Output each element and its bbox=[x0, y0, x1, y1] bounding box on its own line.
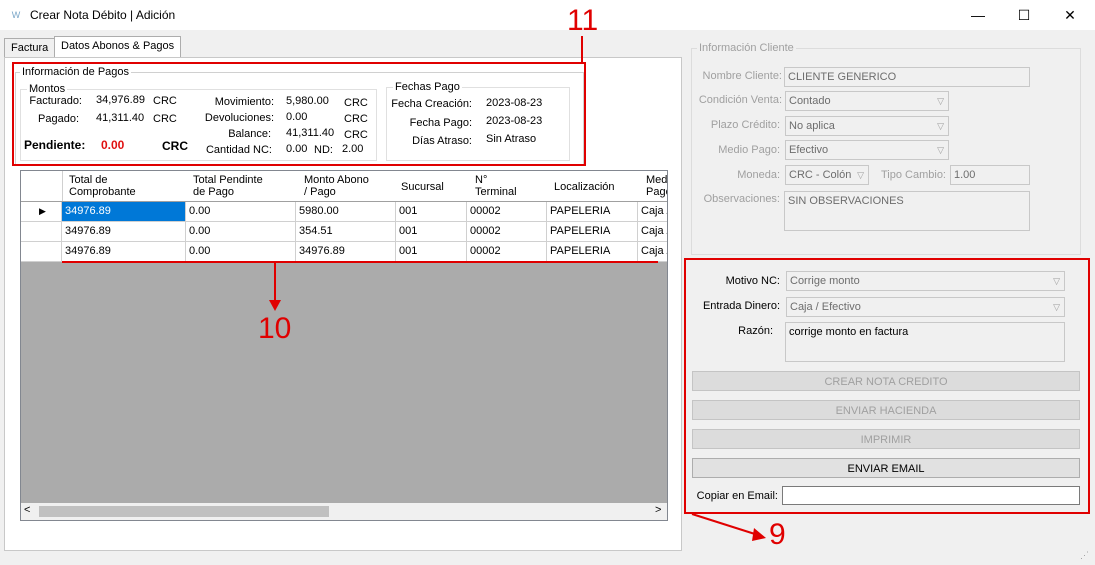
horizontal-scrollbar[interactable]: < > bbox=[21, 503, 667, 520]
cell-total-pendiente[interactable]: 0.00 bbox=[186, 242, 296, 261]
window-title: Crear Nota Débito | Adición bbox=[30, 8, 176, 22]
plazo-credito-select[interactable]: No aplica ▽ bbox=[785, 116, 949, 136]
row-header bbox=[21, 222, 62, 241]
close-button[interactable]: ✕ bbox=[1047, 0, 1093, 30]
cell-medio-pago[interactable]: Caja / bbox=[638, 222, 667, 241]
cell-total-comprobante[interactable]: 34976.89 bbox=[62, 222, 186, 241]
cell-total-comprobante[interactable]: 34976.89 bbox=[62, 242, 186, 261]
plazo-credito-label: Plazo Crédito: bbox=[710, 119, 780, 131]
moneda-select[interactable]: CRC - Colón ▽ bbox=[785, 165, 869, 185]
cell-monto-abono[interactable]: 354.51 bbox=[296, 222, 396, 241]
size-grip-icon[interactable]: ⋰ bbox=[1080, 550, 1089, 561]
col-header-monto-abono[interactable]: Monto Abono / Pago bbox=[296, 174, 400, 200]
table-row[interactable]: 34976.89 0.00 354.51 001 00002 PAPELERIA… bbox=[21, 222, 667, 242]
chevron-down-icon: ▽ bbox=[937, 121, 944, 131]
tipo-cambio-label: Tipo Cambio: bbox=[880, 169, 946, 181]
cell-terminal[interactable]: 00002 bbox=[467, 222, 547, 241]
info-cliente-title: Información Cliente bbox=[697, 42, 796, 54]
annotation-arrow-9 bbox=[691, 513, 766, 541]
row-header bbox=[21, 242, 62, 261]
payments-grid[interactable]: Total de Comprobante Total Pendinte de Pag… bbox=[20, 170, 668, 521]
annotation-box-9 bbox=[684, 258, 1090, 514]
cell-monto-abono[interactable]: 5980.00 bbox=[296, 202, 396, 221]
title-bar: W Crear Nota Débito | Adición — ☐ ✕ bbox=[0, 0, 1095, 30]
chevron-down-icon: ▽ bbox=[857, 170, 864, 180]
cell-localizacion[interactable]: PAPELERIA bbox=[547, 202, 638, 221]
app-icon: W bbox=[11, 10, 21, 20]
tab-factura[interactable]: Factura bbox=[4, 38, 56, 57]
cell-total-comprobante[interactable]: 34976.89 bbox=[62, 202, 186, 221]
col-header-terminal[interactable]: N° Terminal bbox=[473, 174, 545, 200]
table-row[interactable]: 34976.89 0.00 34976.89 001 00002 PAPELER… bbox=[21, 242, 667, 262]
col-header-medio-pago[interactable]: MediPago bbox=[646, 174, 667, 200]
annotation-10: 10 bbox=[258, 312, 292, 345]
annotation-line-10 bbox=[62, 261, 658, 263]
cell-sucursal[interactable]: 001 bbox=[396, 222, 467, 241]
cell-sucursal[interactable]: 001 bbox=[396, 202, 467, 221]
row-header-corner bbox=[21, 171, 63, 201]
cell-terminal[interactable]: 00002 bbox=[467, 202, 547, 221]
col-header-sucursal[interactable]: Sucursal bbox=[399, 181, 467, 195]
nombre-cliente-label: Nombre Cliente: bbox=[702, 70, 782, 82]
moneda-label: Moneda: bbox=[737, 169, 780, 181]
annotation-arrow-10 bbox=[269, 262, 281, 311]
condicion-venta-select[interactable]: Contado ▽ bbox=[785, 91, 949, 111]
row-pointer-icon: ▶ bbox=[21, 202, 62, 221]
cell-medio-pago[interactable]: Caja / bbox=[638, 242, 667, 261]
col-header-total-pendiente[interactable]: Total Pendinte de Pago bbox=[185, 174, 301, 200]
col-header-localizacion[interactable]: Localización bbox=[554, 181, 639, 195]
table-row[interactable]: ▶ 34976.89 0.00 5980.00 001 00002 PAPELE… bbox=[21, 202, 667, 222]
scroll-thumb[interactable] bbox=[39, 506, 329, 517]
medio-pago-select[interactable]: Efectivo ▽ bbox=[785, 140, 949, 160]
cell-localizacion[interactable]: PAPELERIA bbox=[547, 222, 638, 241]
cell-localizacion[interactable]: PAPELERIA bbox=[547, 242, 638, 261]
col-header-total-comprobante[interactable]: Total de Comprobante bbox=[63, 174, 189, 200]
cell-monto-abono[interactable]: 34976.89 bbox=[296, 242, 396, 261]
condicion-venta-label: Condición Venta: bbox=[698, 94, 782, 106]
tipo-cambio-field[interactable]: 1.00 bbox=[950, 165, 1030, 185]
scroll-right-icon[interactable]: > bbox=[655, 504, 661, 516]
chevron-down-icon: ▽ bbox=[937, 145, 944, 155]
annotation-11: 11 bbox=[567, 4, 599, 37]
tab-datos-abonos-pagos[interactable]: Datos Abonos & Pagos bbox=[54, 36, 182, 58]
chevron-down-icon: ▽ bbox=[937, 96, 944, 106]
observaciones-field[interactable]: SIN OBSERVACIONES bbox=[784, 191, 1030, 231]
minimize-button[interactable]: — bbox=[955, 0, 1001, 30]
scroll-left-icon[interactable]: < bbox=[24, 504, 30, 516]
observaciones-label: Observaciones: bbox=[703, 193, 780, 205]
annotation-9: 9 bbox=[769, 518, 786, 551]
cell-sucursal[interactable]: 001 bbox=[396, 242, 467, 261]
cell-total-pendiente[interactable]: 0.00 bbox=[186, 222, 296, 241]
grid-header: Total de Comprobante Total Pendinte de Pag… bbox=[21, 171, 667, 202]
medio-pago-label: Medio Pago: bbox=[718, 144, 780, 156]
cell-total-pendiente[interactable]: 0.00 bbox=[186, 202, 296, 221]
cell-medio-pago[interactable]: Caja / bbox=[638, 202, 667, 221]
maximize-button[interactable]: ☐ bbox=[1001, 0, 1047, 30]
annotation-box-11 bbox=[12, 62, 586, 166]
nombre-cliente-field[interactable]: CLIENTE GENERICO bbox=[784, 67, 1030, 87]
cell-terminal[interactable]: 00002 bbox=[467, 242, 547, 261]
